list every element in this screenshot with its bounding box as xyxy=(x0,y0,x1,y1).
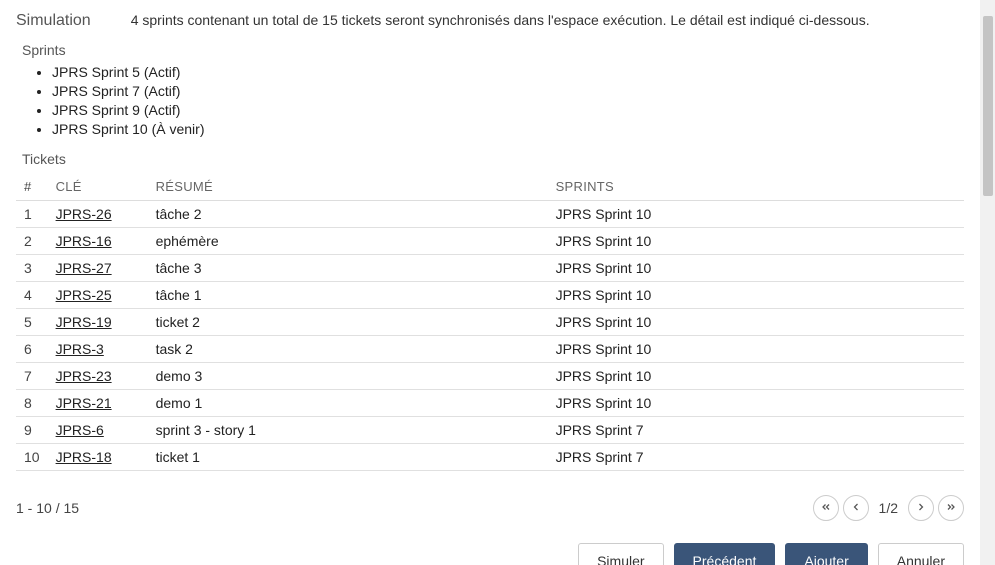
pager-first-button[interactable] xyxy=(813,495,839,521)
ticket-sprint: JPRS Sprint 10 xyxy=(548,228,964,255)
row-number: 6 xyxy=(16,336,48,363)
ticket-sprint: JPRS Sprint 7 xyxy=(548,417,964,444)
ticket-summary: sprint 3 - story 1 xyxy=(148,417,548,444)
table-row: 3 JPRS-27 tâche 3JPRS Sprint 10 xyxy=(16,255,964,282)
col-header-key: CLÉ xyxy=(48,173,148,201)
row-number: 4 xyxy=(16,282,48,309)
col-header-sprints: SPRINTS xyxy=(548,173,964,201)
outer-scrollbar-track[interactable] xyxy=(980,0,995,565)
table-row: 1 JPRS-26 tâche 2JPRS Sprint 10 xyxy=(16,201,964,228)
chevron-right-icon xyxy=(915,500,927,516)
chevron-double-left-icon xyxy=(820,500,832,516)
ticket-summary: tâche 1 xyxy=(148,282,548,309)
ticket-summary: ticket 1 xyxy=(148,444,548,471)
ticket-key-link[interactable]: JPRS-27 xyxy=(56,260,112,276)
tickets-section-label: Tickets xyxy=(22,151,964,167)
row-number: 1 xyxy=(16,201,48,228)
ticket-summary: ticket 2 xyxy=(148,309,548,336)
sprints-list: JPRS Sprint 5 (Actif) JPRS Sprint 7 (Act… xyxy=(52,64,964,137)
ticket-sprint: JPRS Sprint 10 xyxy=(548,363,964,390)
ticket-key-link[interactable]: JPRS-19 xyxy=(56,314,112,330)
sprints-section-label: Sprints xyxy=(22,42,964,58)
table-row: 2 JPRS-16 ephémèreJPRS Sprint 10 xyxy=(16,228,964,255)
previous-button[interactable]: Précédent xyxy=(674,543,776,565)
table-row: 7 JPRS-23 demo 3JPRS Sprint 10 xyxy=(16,363,964,390)
col-header-summary: RÉSUMÉ xyxy=(148,173,548,201)
row-number: 5 xyxy=(16,309,48,336)
pager: 1/2 xyxy=(813,495,964,521)
table-row: 6 JPRS-3 task 2JPRS Sprint 10 xyxy=(16,336,964,363)
ticket-sprint: JPRS Sprint 10 xyxy=(548,282,964,309)
ticket-summary: tâche 2 xyxy=(148,201,548,228)
sprint-item: JPRS Sprint 9 (Actif) xyxy=(52,102,964,118)
sprint-item: JPRS Sprint 5 (Actif) xyxy=(52,64,964,80)
tickets-table: # CLÉ RÉSUMÉ SPRINTS 1JPRS-26tâche 2JPRS… xyxy=(16,173,964,471)
chevron-left-icon xyxy=(850,500,862,516)
simulation-label: Simulation xyxy=(16,12,91,30)
add-button[interactable]: Ajouter xyxy=(785,543,867,565)
ticket-summary: demo 1 xyxy=(148,390,548,417)
pager-last-button[interactable] xyxy=(938,495,964,521)
table-row: 4 JPRS-25 tâche 1JPRS Sprint 10 xyxy=(16,282,964,309)
ticket-key-link[interactable]: JPRS-25 xyxy=(56,287,112,303)
cancel-button[interactable]: Annuler xyxy=(878,543,964,565)
ticket-key-link[interactable]: JPRS-23 xyxy=(56,368,112,384)
sprint-item: JPRS Sprint 10 (À venir) xyxy=(52,121,964,137)
ticket-summary: ephémère xyxy=(148,228,548,255)
pager-prev-button[interactable] xyxy=(843,495,869,521)
pagination-range: 1 - 10 / 15 xyxy=(16,500,79,516)
ticket-key-link[interactable]: JPRS-6 xyxy=(56,422,104,438)
sprint-item: JPRS Sprint 7 (Actif) xyxy=(52,83,964,99)
simulation-description: 4 sprints contenant un total de 15 ticke… xyxy=(131,12,870,28)
ticket-sprint: JPRS Sprint 7 xyxy=(548,444,964,471)
row-number: 2 xyxy=(16,228,48,255)
ticket-sprint: JPRS Sprint 10 xyxy=(548,255,964,282)
ticket-key-link[interactable]: JPRS-3 xyxy=(56,341,104,357)
row-number: 8 xyxy=(16,390,48,417)
row-number: 10 xyxy=(16,444,48,471)
table-row: 8 JPRS-21 demo 1JPRS Sprint 10 xyxy=(16,390,964,417)
col-header-num: # xyxy=(16,173,48,201)
table-row: 5 JPRS-19 ticket 2JPRS Sprint 10 xyxy=(16,309,964,336)
pager-next-button[interactable] xyxy=(908,495,934,521)
ticket-key-link[interactable]: JPRS-26 xyxy=(56,206,112,222)
outer-scrollbar-thumb[interactable] xyxy=(983,16,993,196)
ticket-key-link[interactable]: JPRS-18 xyxy=(56,449,112,465)
row-number: 9 xyxy=(16,417,48,444)
ticket-summary: task 2 xyxy=(148,336,548,363)
row-number: 7 xyxy=(16,363,48,390)
row-number: 3 xyxy=(16,255,48,282)
simulate-button[interactable]: Simuler xyxy=(578,543,663,565)
ticket-key-link[interactable]: JPRS-21 xyxy=(56,395,112,411)
ticket-summary: demo 3 xyxy=(148,363,548,390)
ticket-summary: tâche 3 xyxy=(148,255,548,282)
ticket-sprint: JPRS Sprint 10 xyxy=(548,201,964,228)
chevron-double-right-icon xyxy=(945,500,957,516)
table-row: 9 JPRS-6 sprint 3 - story 1JPRS Sprint 7 xyxy=(16,417,964,444)
table-row: 10 JPRS-18 ticket 1JPRS Sprint 7 xyxy=(16,444,964,471)
ticket-key-link[interactable]: JPRS-16 xyxy=(56,233,112,249)
ticket-sprint: JPRS Sprint 10 xyxy=(548,309,964,336)
pager-page-label: 1/2 xyxy=(873,500,904,516)
ticket-sprint: JPRS Sprint 10 xyxy=(548,390,964,417)
ticket-sprint: JPRS Sprint 10 xyxy=(548,336,964,363)
